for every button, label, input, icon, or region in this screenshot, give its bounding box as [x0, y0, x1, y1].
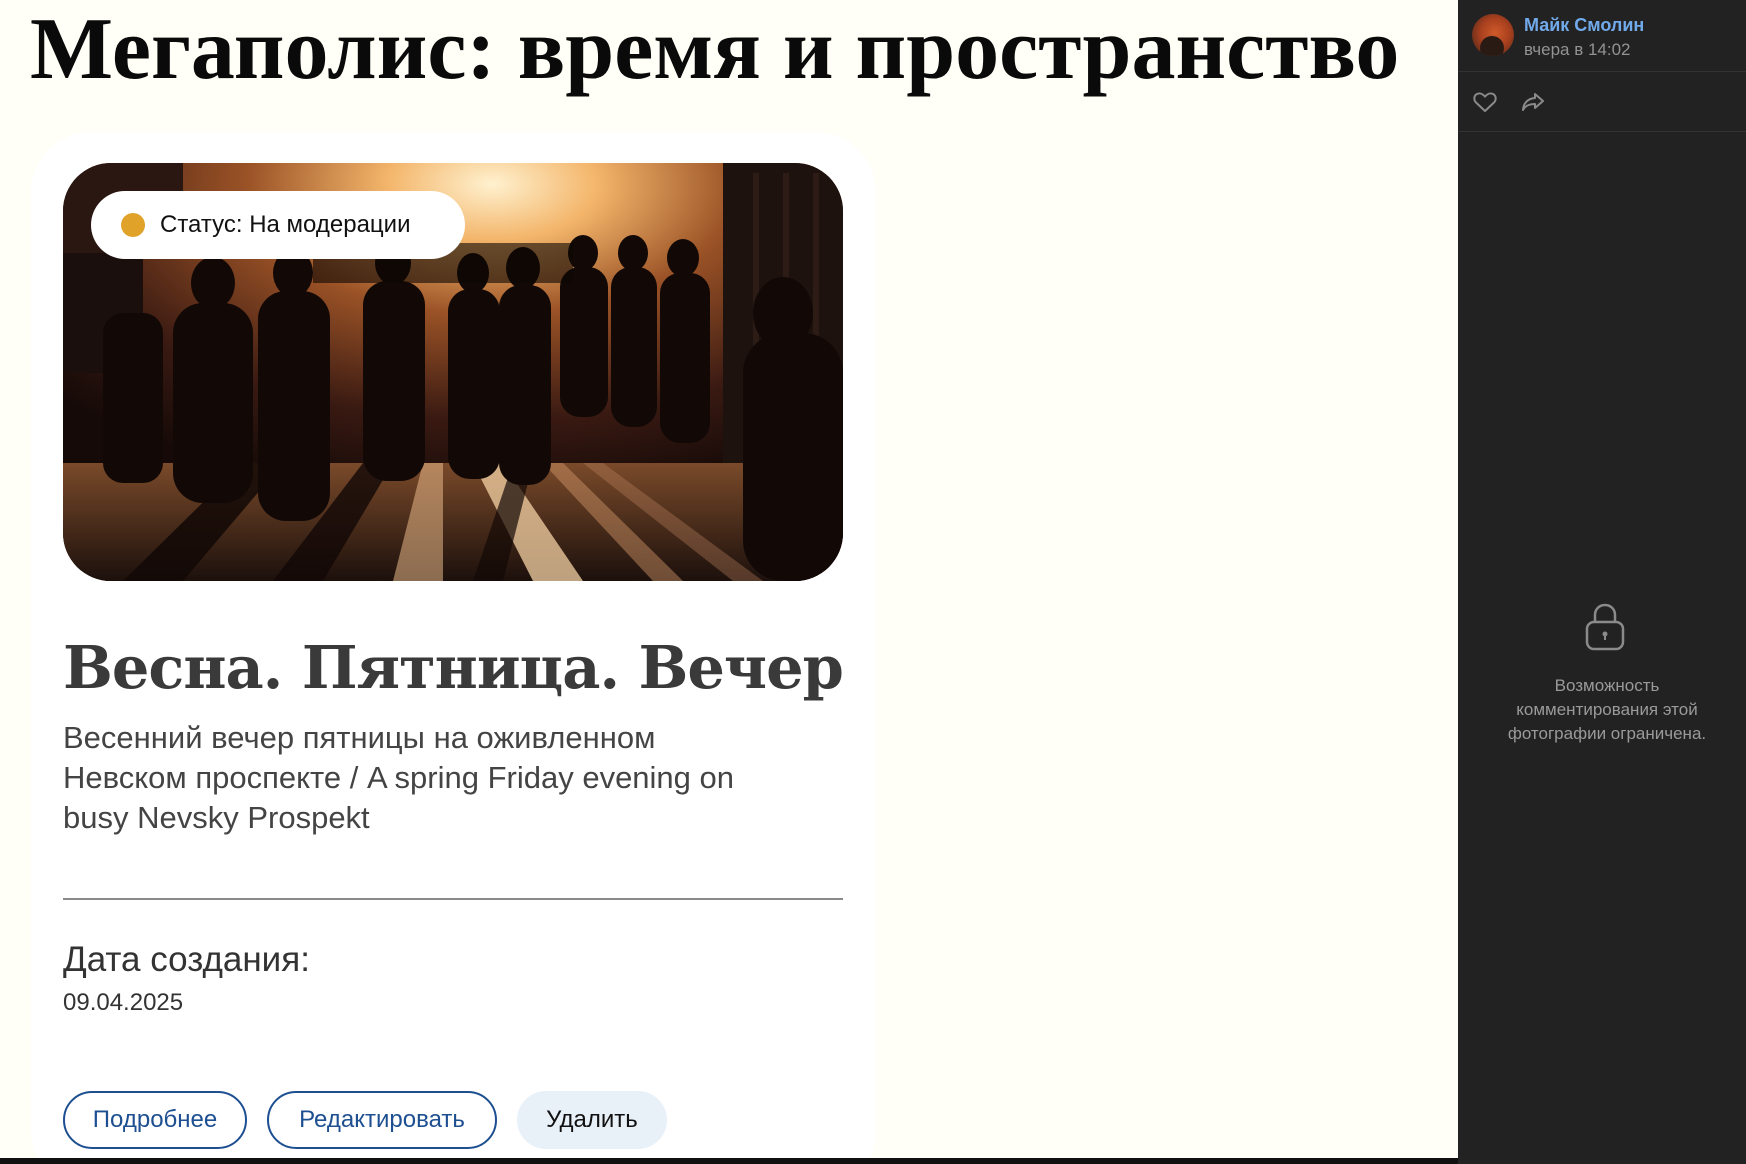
heart-icon[interactable] [1472, 90, 1498, 114]
post-photo[interactable]: Статус: На модерации [63, 163, 843, 581]
action-bar [1458, 72, 1746, 132]
creation-date-label: Дата создания: [63, 940, 310, 979]
share-icon[interactable] [1520, 90, 1546, 114]
bottom-edge [0, 1158, 1458, 1164]
notice-line: фотографии ограничена. [1507, 724, 1707, 743]
author-name-link[interactable]: Майк Смолин [1524, 15, 1644, 36]
details-button[interactable]: Подробнее [63, 1091, 247, 1149]
author-header: Майк Смолин вчера в 14:02 [1458, 0, 1746, 72]
creation-date-value: 09.04.2025 [63, 989, 184, 1016]
delete-button[interactable]: Удалить [517, 1091, 667, 1149]
author-avatar[interactable] [1472, 14, 1514, 56]
lock-icon [1584, 602, 1626, 652]
edit-button[interactable]: Редактировать [267, 1091, 497, 1149]
photo-sidebar: Майк Смолин вчера в 14:02 Возможность ко… [1458, 0, 1746, 1164]
description-line: Весенний вечер пятницы на оживленном [63, 720, 656, 755]
description-line: Невском проспекте / A spring Friday even… [63, 760, 735, 795]
main-content: Мегаполис: время и пространство Статус: … [0, 0, 1458, 1158]
divider [63, 898, 843, 900]
post-card: Статус: На модерации Весна. Пятница. Веч… [31, 132, 876, 1158]
comments-restricted-notice: Возможность комментирования этой фотогра… [1458, 674, 1746, 746]
post-timestamp[interactable]: вчера в 14:02 [1524, 40, 1631, 60]
notice-line: комментирования этой [1516, 700, 1698, 719]
description-line: busy Nevsky Prospekt [63, 800, 370, 835]
status-badge: Статус: На модерации [91, 191, 465, 259]
post-description: Весенний вечер пятницы на оживленном Нев… [63, 718, 843, 838]
page-title: Мегаполис: время и пространство [30, 1, 1400, 98]
notice-line: Возможность [1554, 676, 1660, 695]
post-title: Весна. Пятница. Вечер [63, 633, 844, 702]
status-dot [121, 213, 145, 237]
status-label: Статус: На модерации [160, 211, 411, 238]
